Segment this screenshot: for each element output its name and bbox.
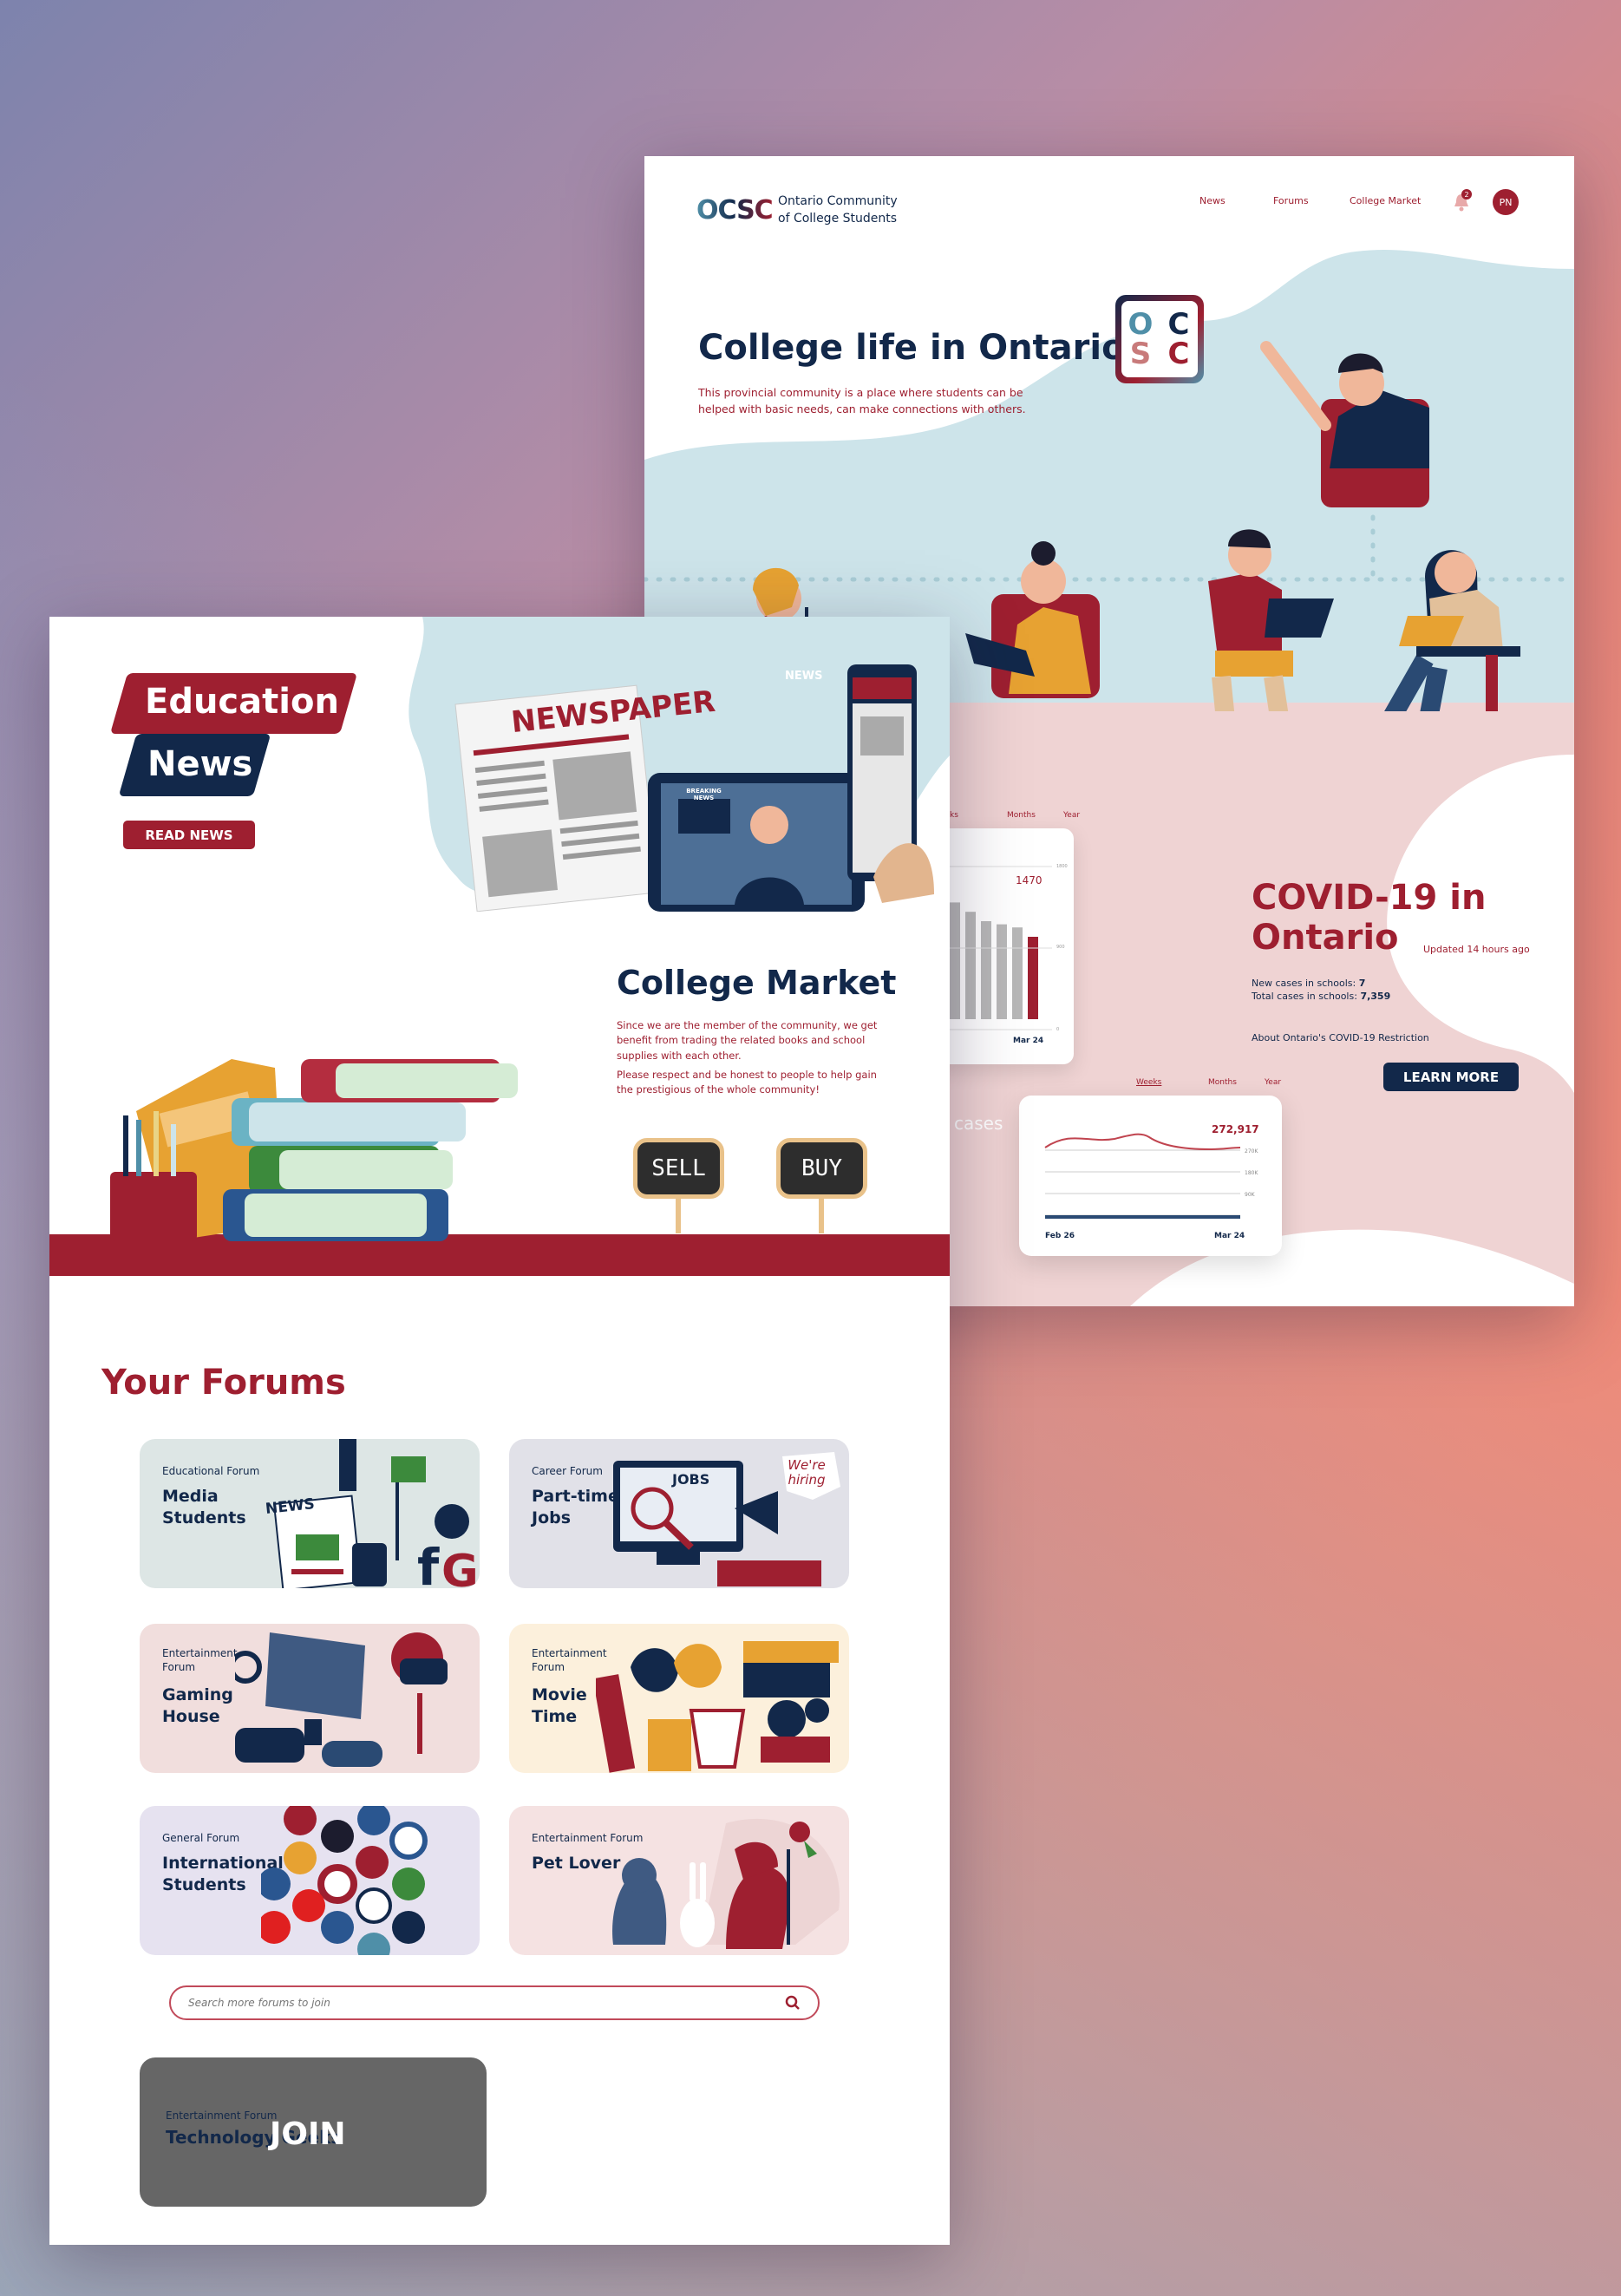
tab-year-top[interactable]: Year: [1063, 811, 1080, 820]
tab-months-top[interactable]: Months: [1007, 811, 1036, 820]
breaking-news-label: BREAKING NEWS: [686, 788, 722, 802]
market-paragraph-1: Since we are the member of the community…: [617, 1019, 878, 1062]
site-name-line1: Ontario Community: [778, 194, 898, 208]
tab-weeks-top[interactable]: ks: [950, 811, 958, 820]
bar: [950, 902, 960, 1019]
line-axis-90k: 90K: [1245, 1192, 1255, 1198]
pets-icon: [612, 1818, 840, 1949]
forum-card-pet-lover[interactable]: Entertainment Forum Pet Lover: [509, 1806, 849, 1955]
notification-bell-icon[interactable]: 2: [1453, 189, 1472, 212]
forums-title: Your Forums: [101, 1363, 346, 1403]
line-date-start: Feb 26: [1045, 1232, 1075, 1240]
ocsc-logo-icon: OCSC: [696, 194, 774, 226]
bar: [997, 924, 1007, 1019]
learn-more-button[interactable]: LEARN MORE: [1383, 1063, 1519, 1091]
join-button[interactable]: JOIN: [270, 2116, 346, 2152]
forum-card-technology-geeks[interactable]: Entertainment Forum Technology Geeks JOI…: [140, 2057, 487, 2207]
education-title-line1: Education: [145, 682, 339, 722]
site-logo[interactable]: OCSC Ontario Community of College Studen…: [696, 193, 898, 228]
bar-chart: [931, 866, 1052, 1030]
total-cases-value: 7,359: [1360, 990, 1391, 1002]
notification-count-badge: 2: [1461, 189, 1472, 200]
bar-axis-mid: 900: [1056, 945, 1065, 950]
svg-text:G: G: [441, 1546, 479, 1588]
forum-category: Entertainment Forum: [166, 2110, 278, 2122]
bar: [981, 921, 991, 1019]
books-illustration: [110, 1059, 518, 1241]
forum-name: Gaming House: [162, 1685, 233, 1726]
bar-value-label: 1470: [1016, 874, 1043, 886]
covid-title-line1: COVID-19 in: [1252, 878, 1487, 918]
bar-chart-card: 1800 900 0 1470 Mar 24: [931, 828, 1074, 1064]
avatar[interactable]: PN: [1493, 189, 1519, 215]
sell-sign[interactable]: SELL: [633, 1138, 724, 1199]
line-axis-270k: 270K: [1245, 1148, 1258, 1155]
svg-text:f: f: [417, 1538, 440, 1588]
education-title-line2: News: [147, 744, 253, 784]
new-cases-value: 7: [1358, 978, 1366, 989]
tab-months[interactable]: Months: [1208, 1078, 1237, 1087]
site-name-line2: of College Students: [778, 212, 898, 226]
forum-card-part-time-jobs[interactable]: Career Forum Part-time Jobs JOBS We're h…: [509, 1439, 849, 1588]
flags-icon: [261, 1806, 428, 1955]
nav-college-market[interactable]: College Market: [1350, 195, 1421, 206]
bar-axis-bottom: 0: [1056, 1027, 1060, 1032]
series-line: [1044, 1133, 1241, 1151]
search-icon[interactable]: [785, 1995, 801, 2011]
movie-icon: [596, 1641, 839, 1773]
forum-name: Media Students: [162, 1487, 246, 1527]
buy-sign[interactable]: BUY: [776, 1138, 867, 1199]
bar: [1012, 927, 1023, 1019]
forum-search-bar[interactable]: [169, 1985, 820, 2020]
community-page-card: Education News READ NEWS NEWSPAPER NEWS …: [49, 617, 950, 2245]
forum-category: Entertainment Forum: [162, 1647, 238, 1673]
line-axis-180k: 180K: [1245, 1170, 1258, 1176]
bar: [965, 912, 976, 1019]
forum-search-input[interactable]: [188, 1997, 785, 2009]
jobs-label: JOBS: [672, 1471, 710, 1488]
market-paragraph-2: Please respect and be honest to people t…: [617, 1069, 877, 1096]
forum-card-international-students[interactable]: General Forum International Students: [140, 1806, 480, 1955]
gaming-icon: [235, 1632, 448, 1767]
covid-updated: Updated 14 hours ago: [1423, 944, 1530, 955]
nav-news[interactable]: News: [1199, 195, 1226, 206]
line-date-end: Mar 24: [1214, 1232, 1245, 1240]
sell-sign-stand: [676, 1199, 681, 1233]
forum-card-gaming-house[interactable]: Entertainment Forum Gaming House: [140, 1624, 480, 1773]
bar: [1028, 937, 1038, 1019]
tab-year[interactable]: Year: [1265, 1078, 1281, 1087]
line-chart-card: 272,917 270K 180K 90K Feb 26 Mar 24: [1019, 1096, 1282, 1256]
forum-card-media-students[interactable]: Educational Forum Media Students f G NEW…: [140, 1439, 480, 1588]
nav-forums[interactable]: Forums: [1273, 195, 1309, 206]
bar-axis-top: 1800: [1056, 864, 1068, 869]
forum-name: Movie Time: [532, 1685, 587, 1726]
forum-category: Career Forum: [532, 1465, 603, 1477]
forum-category: General Forum: [162, 1832, 240, 1844]
bar-date-label: Mar 24: [1013, 1037, 1044, 1045]
tab-weeks[interactable]: Weeks: [1136, 1078, 1161, 1087]
covid-stats: New cases in schools: 7 Total cases in s…: [1252, 978, 1391, 1002]
read-news-button[interactable]: READ NEWS: [123, 821, 255, 849]
buy-sign-stand: [819, 1199, 824, 1233]
restriction-link[interactable]: About Ontario's COVID-19 Restriction: [1252, 1032, 1429, 1043]
market-title: College Market: [617, 964, 897, 1002]
line-value-label: 272,917: [1212, 1123, 1259, 1135]
phone-news-label: NEWS: [785, 670, 823, 683]
cases-label: cases: [954, 1113, 1003, 1134]
forum-card-movie-time[interactable]: Entertainment Forum Movie Time: [509, 1624, 849, 1773]
hiring-label: We're hiring: [788, 1457, 826, 1488]
